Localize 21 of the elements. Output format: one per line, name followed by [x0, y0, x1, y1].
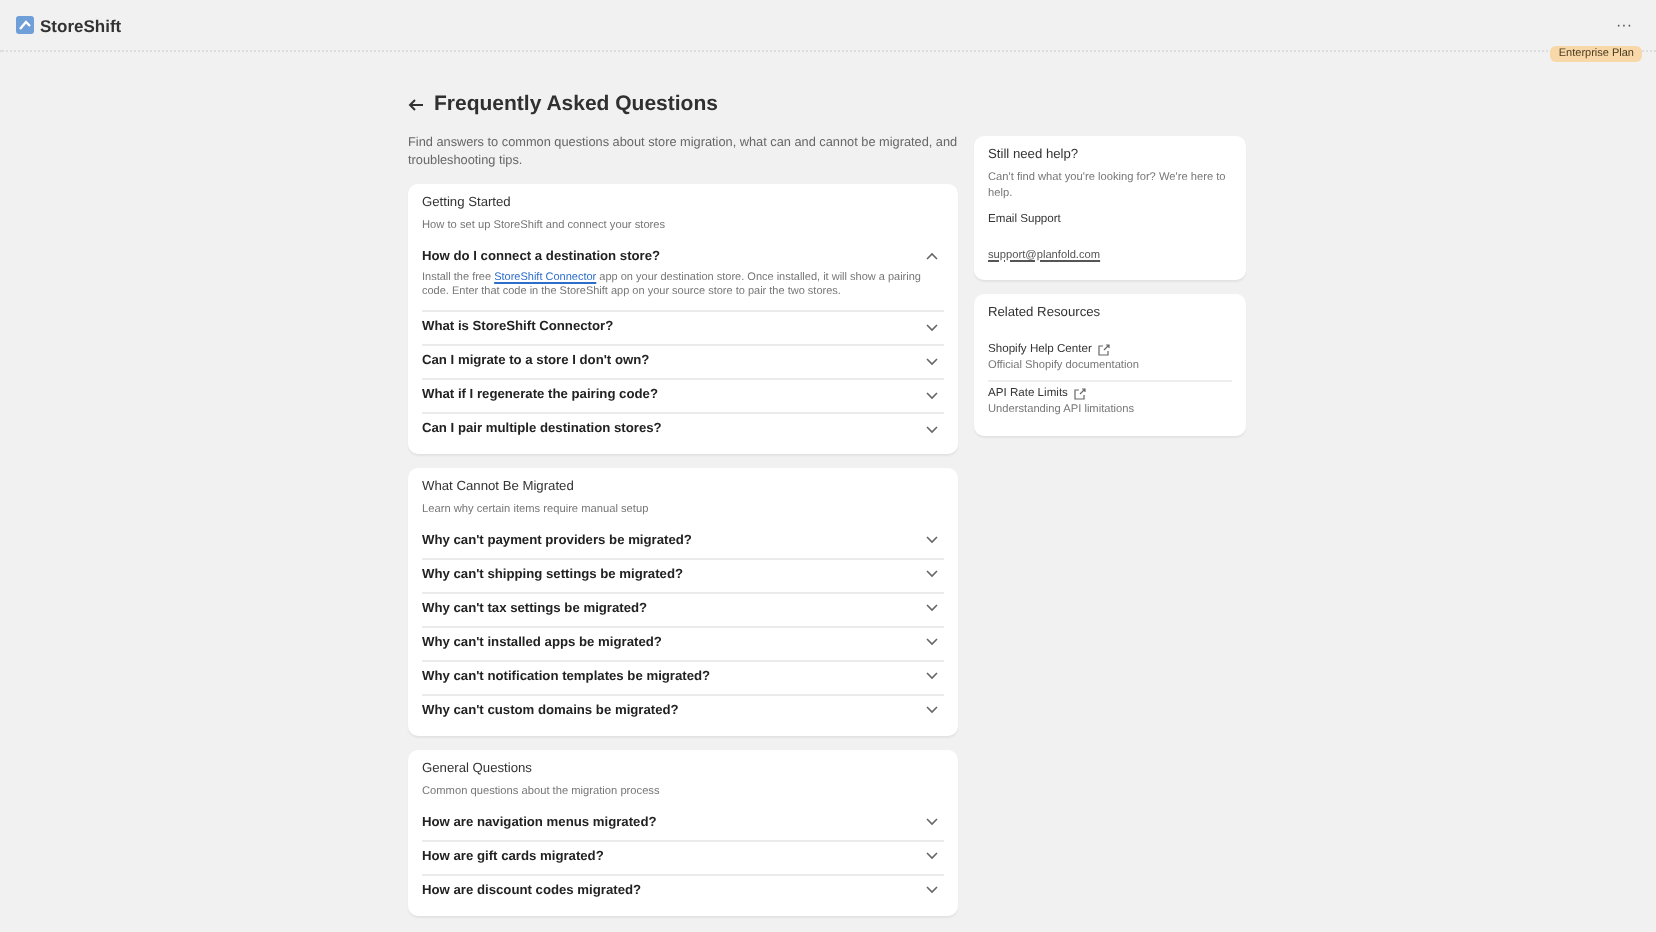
back-arrow-icon[interactable] [408, 97, 424, 111]
chevron-down-icon [926, 886, 938, 895]
chevron-down-icon [926, 357, 938, 366]
chevron-down-icon [926, 672, 938, 681]
app-name: StoreShift [40, 15, 122, 35]
external-link-icon [1097, 343, 1110, 356]
chevron-down-icon [926, 570, 938, 579]
chevron-down-icon [926, 536, 938, 545]
chevron-down-icon [926, 706, 938, 715]
chevron-up-icon [926, 252, 938, 261]
more-menu-button[interactable]: ··· [1608, 16, 1640, 34]
chevron-down-icon [926, 425, 938, 434]
chevron-down-icon [926, 818, 938, 827]
logo-icon [16, 16, 34, 34]
chevron-down-icon [926, 852, 938, 861]
chevron-down-icon [926, 604, 938, 613]
chevron-down-icon [926, 323, 938, 332]
chevron-down-icon [926, 638, 938, 647]
page-title: Frequently Asked Questions [434, 92, 718, 116]
external-link-icon [1073, 387, 1086, 400]
chevron-down-icon [926, 391, 938, 400]
